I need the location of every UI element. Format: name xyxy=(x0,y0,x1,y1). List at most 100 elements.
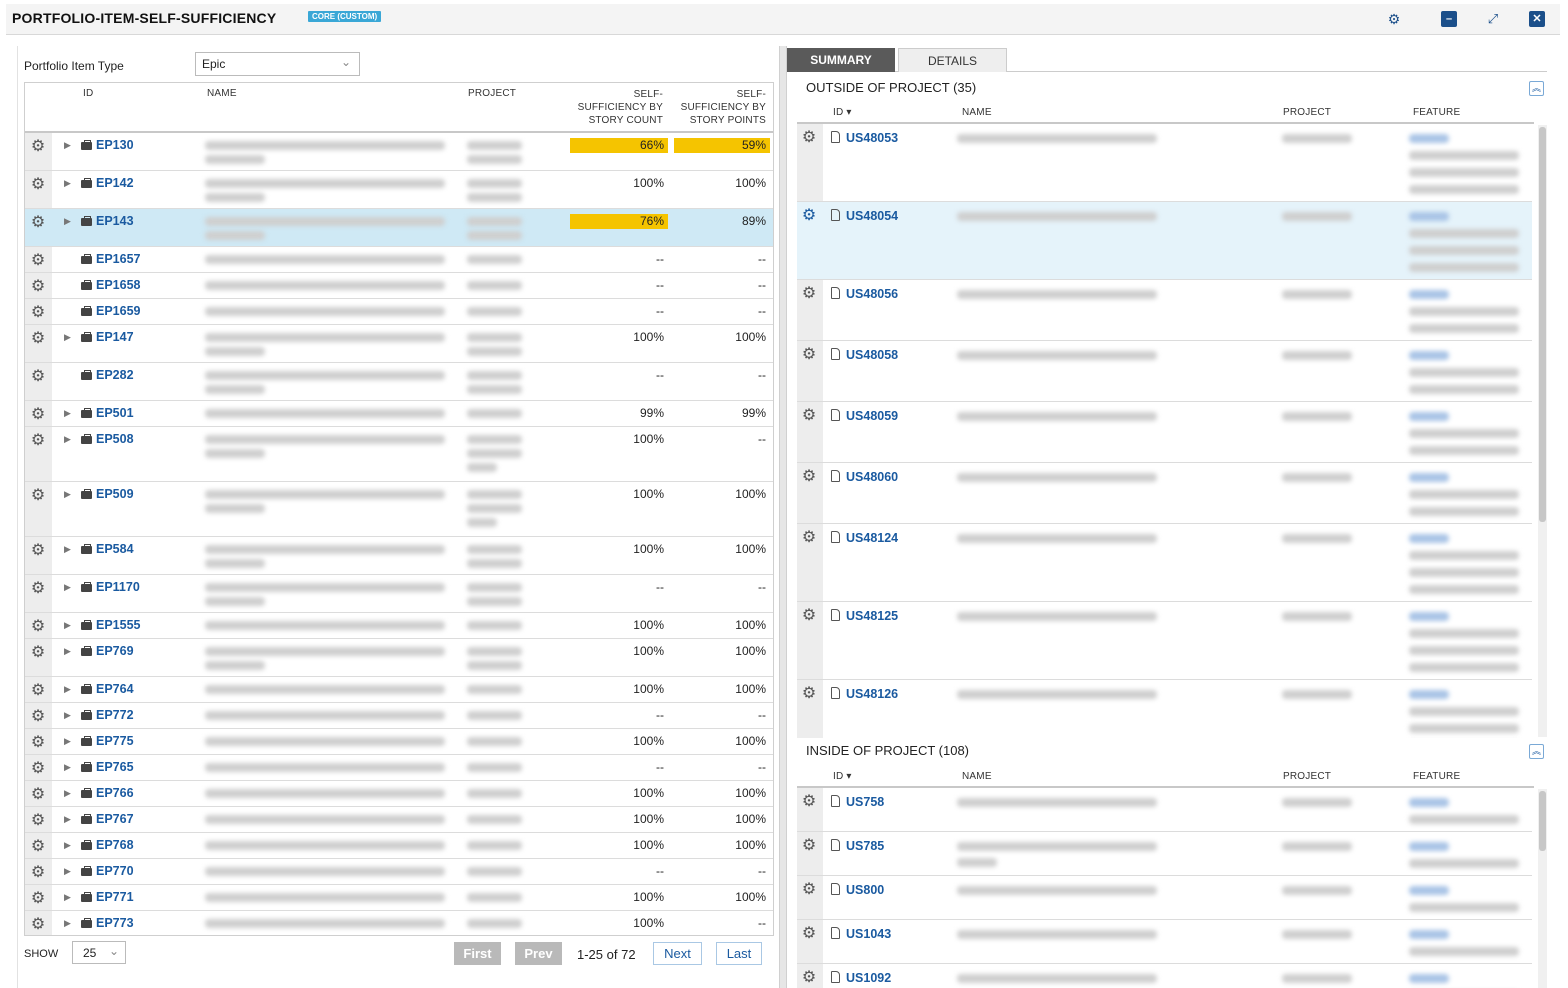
expand-arrow-icon[interactable]: ▶ xyxy=(64,619,73,631)
last-page-button[interactable]: Last xyxy=(716,942,762,965)
story-id-link[interactable]: US48053 xyxy=(846,131,898,145)
epic-id-link[interactable]: EP767 xyxy=(96,812,134,826)
gear-icon[interactable]: ⚙ xyxy=(30,839,46,855)
table-row[interactable]: ⚙ ▶ EP1555 100% 100% xyxy=(25,613,773,639)
expand-arrow-icon[interactable]: ▶ xyxy=(64,581,73,593)
gear-icon[interactable]: ⚙ xyxy=(30,891,46,907)
epic-id-link[interactable]: EP764 xyxy=(96,682,134,696)
table-row[interactable]: ⚙ ▶ EP509 100% 100% xyxy=(25,482,773,537)
expand-arrow-icon[interactable]: ▶ xyxy=(64,709,73,721)
table-row[interactable]: ⚙ EP1657 -- -- xyxy=(25,247,773,273)
table-row[interactable]: ⚙ EP1659 -- -- xyxy=(25,299,773,325)
gear-icon[interactable]: ⚙ xyxy=(801,208,817,224)
collapse-inside-icon[interactable]: ︽ xyxy=(1529,744,1544,759)
col-header-project[interactable]: PROJECT xyxy=(468,88,516,99)
table-row[interactable]: ⚙ ▶ EP769 100% 100% xyxy=(25,639,773,677)
first-page-button[interactable]: First xyxy=(454,942,501,965)
outside-col-feature[interactable]: FEATURE xyxy=(1413,107,1460,118)
list-item[interactable]: ⚙ US48059 xyxy=(797,402,1532,463)
epic-id-link[interactable]: EP1658 xyxy=(96,278,140,292)
story-id-link[interactable]: US48124 xyxy=(846,531,898,545)
expand-arrow-icon[interactable]: ▶ xyxy=(64,761,73,773)
table-row[interactable]: ⚙ ▶ EP765 -- -- xyxy=(25,755,773,781)
list-item[interactable]: ⚙ US48060 xyxy=(797,463,1532,524)
expand-arrow-icon[interactable]: ▶ xyxy=(64,891,73,903)
epic-id-link[interactable]: EP1555 xyxy=(96,618,140,632)
table-row[interactable]: ⚙ ▶ EP130 66% 59% xyxy=(25,133,773,171)
list-item[interactable]: ⚙ US48053 xyxy=(797,124,1532,202)
list-item[interactable]: ⚙ US1092 xyxy=(797,964,1532,988)
gear-icon[interactable]: ⚙ xyxy=(30,917,46,933)
list-item[interactable]: ⚙ US1043 xyxy=(797,920,1532,964)
expand-arrow-icon[interactable]: ▶ xyxy=(64,433,73,445)
story-id-link[interactable]: US48054 xyxy=(846,209,898,223)
close-icon[interactable]: ✕ xyxy=(1529,11,1545,27)
epic-id-link[interactable]: EP771 xyxy=(96,890,134,904)
table-row[interactable]: ⚙ ▶ EP771 100% 100% xyxy=(25,885,773,911)
list-item[interactable]: ⚙ US785 xyxy=(797,832,1532,876)
list-item[interactable]: ⚙ US48056 xyxy=(797,280,1532,341)
epic-id-link[interactable]: EP769 xyxy=(96,644,134,658)
list-item[interactable]: ⚙ US48124 xyxy=(797,524,1532,602)
col-header-name[interactable]: NAME xyxy=(207,88,237,99)
epic-id-link[interactable]: EP130 xyxy=(96,138,134,152)
epic-id-link[interactable]: EP1657 xyxy=(96,252,140,266)
epic-id-link[interactable]: EP768 xyxy=(96,838,134,852)
table-row[interactable]: ⚙ ▶ EP508 100% -- xyxy=(25,427,773,482)
col-header-id[interactable]: ID xyxy=(83,88,93,99)
table-row[interactable]: ⚙ ▶ EP764 100% 100% xyxy=(25,677,773,703)
gear-icon[interactable]: ⚙ xyxy=(30,253,46,269)
expand-arrow-icon[interactable]: ▶ xyxy=(64,331,73,343)
list-item[interactable]: ⚙ US48126 xyxy=(797,680,1532,738)
table-row[interactable]: ⚙ ▶ EP772 -- -- xyxy=(25,703,773,729)
epic-id-link[interactable]: EP1659 xyxy=(96,304,140,318)
epic-id-link[interactable]: EP509 xyxy=(96,487,134,501)
gear-icon[interactable]: ⚙ xyxy=(801,882,817,898)
gear-icon[interactable]: ⚙ xyxy=(30,619,46,635)
epic-id-link[interactable]: EP584 xyxy=(96,542,134,556)
table-row[interactable]: ⚙ EP282 -- -- xyxy=(25,363,773,401)
epic-id-link[interactable]: EP1170 xyxy=(96,580,140,594)
gear-icon[interactable]: ⚙ xyxy=(801,469,817,485)
collapse-outside-icon[interactable]: ︽ xyxy=(1529,81,1544,96)
scrollbar-thumb[interactable] xyxy=(1539,127,1546,522)
epic-id-link[interactable]: EP147 xyxy=(96,330,134,344)
epic-id-link[interactable]: EP775 xyxy=(96,734,134,748)
table-row[interactable]: ⚙ ▶ EP770 -- -- xyxy=(25,859,773,885)
expand-arrow-icon[interactable]: ▶ xyxy=(64,488,73,500)
expand-arrow-icon[interactable]: ▶ xyxy=(64,407,73,419)
gear-icon[interactable]: ⚙ xyxy=(30,433,46,449)
table-row[interactable]: ⚙ ▶ EP147 100% 100% xyxy=(25,325,773,363)
gear-icon[interactable]: ⚙ xyxy=(30,331,46,347)
gear-icon[interactable]: ⚙ xyxy=(30,279,46,295)
list-item[interactable]: ⚙ US48058 xyxy=(797,341,1532,402)
table-row[interactable]: ⚙ ▶ EP143 76% 89% xyxy=(25,209,773,247)
gear-icon[interactable]: ⚙ xyxy=(30,407,46,423)
gear-icon[interactable]: ⚙ xyxy=(30,813,46,829)
outside-col-id[interactable]: ID ▾ xyxy=(833,107,852,118)
scrollbar-thumb[interactable] xyxy=(1539,791,1546,851)
gear-icon[interactable]: ⚙ xyxy=(30,177,46,193)
gear-icon[interactable]: ⚙ xyxy=(30,735,46,751)
epic-id-link[interactable]: EP770 xyxy=(96,864,134,878)
gear-icon[interactable]: ⚙ xyxy=(30,709,46,725)
story-id-link[interactable]: US1043 xyxy=(846,927,891,941)
gear-icon[interactable]: ⚙ xyxy=(801,608,817,624)
expand-arrow-icon[interactable]: ▶ xyxy=(64,177,73,189)
expand-arrow-icon[interactable]: ▶ xyxy=(64,917,73,929)
table-row[interactable]: ⚙ ▶ EP773 100% -- xyxy=(25,911,773,935)
epic-id-link[interactable]: EP772 xyxy=(96,708,134,722)
table-row[interactable]: ⚙ ▶ EP766 100% 100% xyxy=(25,781,773,807)
story-id-link[interactable]: US48056 xyxy=(846,287,898,301)
gear-icon[interactable]: ⚙ xyxy=(30,543,46,559)
epic-id-link[interactable]: EP143 xyxy=(96,214,134,228)
table-row[interactable]: ⚙ ▶ EP768 100% 100% xyxy=(25,833,773,859)
story-id-link[interactable]: US48059 xyxy=(846,409,898,423)
expand-arrow-icon[interactable]: ▶ xyxy=(64,139,73,151)
gear-icon[interactable]: ⚙ xyxy=(30,865,46,881)
expand-arrow-icon[interactable]: ▶ xyxy=(64,215,73,227)
inside-col-feature[interactable]: FEATURE xyxy=(1413,771,1460,782)
epic-id-link[interactable]: EP765 xyxy=(96,760,134,774)
story-id-link[interactable]: US48058 xyxy=(846,348,898,362)
inside-col-id[interactable]: ID ▾ xyxy=(833,771,852,782)
